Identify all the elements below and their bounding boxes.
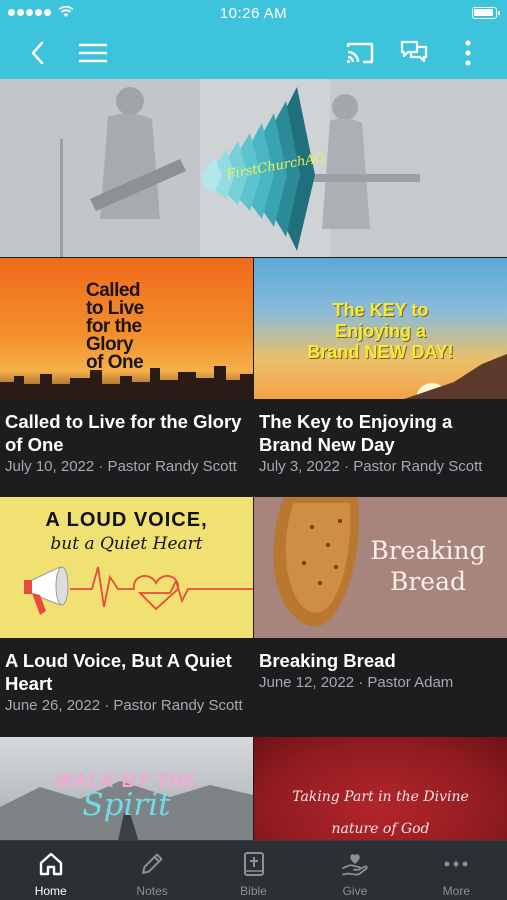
tab-give[interactable]: Give (304, 841, 405, 900)
sermon-card[interactable]: Taking Part in the Divine nature of God (254, 737, 507, 840)
tab-label: More (442, 884, 470, 898)
sermon-thumbnail: A LOUD VOICE, but a Quiet Heart (0, 497, 253, 638)
tab-home[interactable]: Home (0, 841, 101, 900)
art-text-line: of One (86, 352, 144, 373)
tab-label: Give (342, 884, 368, 898)
art-text-line: Breaking (370, 536, 486, 565)
art-text-line: A LOUD VOICE, (45, 509, 208, 531)
sermon-thumbnail: The KEY to Enjoying a Brand NEW DAY! (254, 258, 507, 399)
overflow-menu-button[interactable] (446, 26, 490, 79)
sermon-card[interactable]: Breaking Bread Breaking Bread June 12, 2… (254, 497, 507, 735)
more-horizontal-icon (442, 850, 470, 878)
sermon-card[interactable]: A LOUD VOICE, but a Quiet Heart A Loud V… (0, 497, 253, 735)
tab-label: Notes (136, 884, 168, 898)
sermon-card[interactable]: The KEY to Enjoying a Brand NEW DAY! The… (254, 258, 507, 496)
church-banner: FirstChurchAG (0, 79, 507, 257)
chevron-left-icon (31, 41, 44, 64)
cast-button[interactable] (338, 26, 382, 79)
sermon-title: A Loud Voice, But A Quiet Heart (5, 650, 232, 694)
sermon-meta: July 3, 2022 · Pastor Randy Scott (259, 458, 483, 475)
sermon-meta: July 10, 2022 · Pastor Randy Scott (5, 458, 237, 475)
art-text-line: Bread (389, 567, 467, 596)
status-bar: 10:26 AM (0, 0, 507, 26)
cast-icon (346, 42, 374, 63)
art-text-line: nature of God (331, 821, 430, 837)
bible-icon (240, 850, 268, 878)
battery-icon (472, 7, 500, 19)
tab-more[interactable]: More (406, 841, 507, 900)
art-text-line: Spirit (82, 787, 171, 823)
sermon-card[interactable]: Called to Live for the Glory of One Call… (0, 258, 253, 496)
sermon-meta: June 12, 2022 · Pastor Adam (259, 674, 454, 691)
chat-button[interactable] (392, 26, 436, 79)
give-hand-heart-icon (341, 850, 369, 878)
art-text-line: Brand NEW DAY! (307, 342, 454, 362)
top-toolbar (0, 26, 507, 79)
art-text-line: Taking Part in the Divine (292, 789, 469, 805)
sermon-thumbnail: Breaking Bread (254, 497, 507, 638)
back-button[interactable] (16, 26, 60, 79)
sermon-thumbnail: Taking Part in the Divine nature of God (254, 737, 507, 840)
tab-label: Bible (240, 884, 267, 898)
tab-notes[interactable]: Notes (101, 841, 202, 900)
sermon-title: The Key to Enjoying a Brand New Day (259, 411, 453, 455)
sermon-title: Breaking Bread (259, 650, 396, 671)
pencil-icon (138, 850, 166, 878)
sermon-title: Called to Live for the Glory of One (5, 411, 242, 455)
tab-bible[interactable]: Bible (203, 841, 304, 900)
tab-label: Home (34, 884, 67, 898)
sermon-card[interactable]: WALK BY THE Spirit (0, 737, 253, 840)
menu-button[interactable] (71, 26, 115, 79)
chat-icon (400, 40, 428, 62)
sermon-thumbnail: Called to Live for the Glory of One (0, 258, 253, 399)
bottom-tab-bar: Home Notes Bible Give More (0, 840, 507, 900)
art-text-line: but a Quiet Heart (50, 534, 203, 554)
art-text-line: The KEY to (332, 300, 429, 320)
app-screen: 10:26 AM FirstChurchAG Called to Live fo… (0, 0, 507, 900)
sermon-thumbnail: WALK BY THE Spirit (0, 737, 253, 840)
sermon-meta: June 26, 2022 · Pastor Randy Scott (5, 697, 243, 714)
home-icon (37, 850, 65, 878)
more-vertical-icon (465, 39, 471, 66)
status-time: 10:26 AM (219, 5, 288, 22)
art-text-line: Enjoying a (334, 321, 426, 341)
hamburger-menu-icon (79, 43, 107, 62)
